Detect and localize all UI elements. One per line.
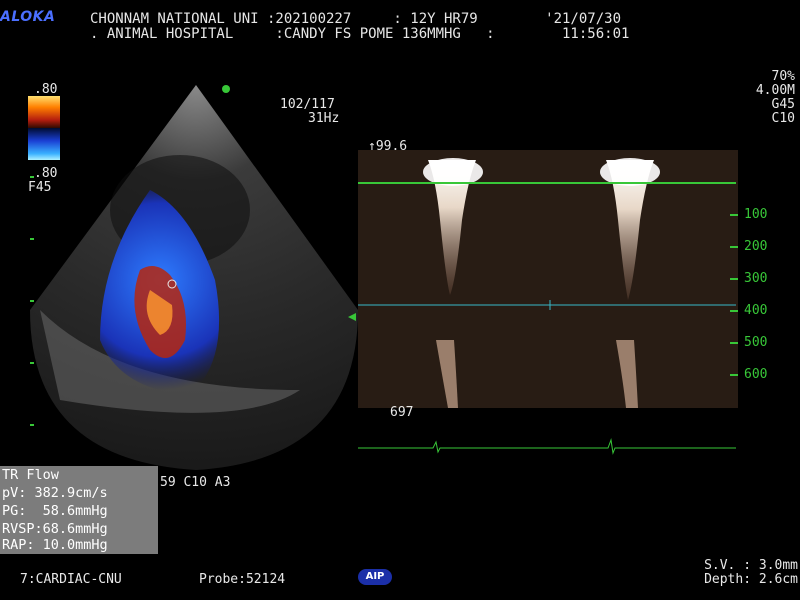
curve-setting: C10 [771, 111, 795, 126]
scale-label-100: 100 [744, 207, 768, 222]
depth-readout: Depth: 2.6cm [704, 572, 798, 587]
scale-label-200: 200 [744, 239, 768, 254]
scale-label-600: 600 [744, 367, 768, 382]
header-bar: ALOKA CHONNAM NATIONAL UNI :202100227 : … [0, 0, 800, 48]
aip-badge[interactable]: AIP [358, 569, 392, 585]
gain-setting: G45 [771, 97, 795, 112]
measurement-pv: pV: 382.9cm/s [2, 485, 108, 501]
depth-ticks [30, 176, 34, 426]
spectral-top-1 [423, 158, 483, 186]
measurement-pg: PG: 58.6mmHg [2, 503, 108, 519]
power-setting: 70% [771, 69, 795, 84]
depth-setting: 4.00M [755, 83, 795, 98]
measurement-rap-row: RAP: 10.0mmHg [0, 536, 158, 554]
probe-params: 59 C10 A3 [160, 475, 231, 490]
probe-label[interactable]: Probe:52124 [199, 572, 285, 587]
aloka-logo: ALOKA [0, 9, 56, 25]
scale-label-400: 400 [744, 303, 768, 318]
header-line-2: . ANIMAL HOSPITAL :CANDY FS POME 136MMHG… [90, 26, 630, 42]
spectrum-noise [358, 150, 738, 408]
ecg-trace [358, 438, 736, 455]
scale-label-300: 300 [744, 271, 768, 286]
spectral-top-2 [600, 158, 660, 186]
header-line-1: CHONNAM NATIONAL UNI :202100227 : 12Y HR… [90, 11, 622, 27]
doppler-bottom-label: 697 [390, 405, 414, 420]
preset-label[interactable]: 7:CARDIAC-CNU [20, 572, 122, 587]
sample-volume: S.V. : 3.0mm [704, 558, 798, 573]
measurement-title: TR Flow [2, 467, 59, 483]
orientation-dot [222, 85, 230, 93]
doppler-spectrum[interactable] [358, 140, 758, 460]
sector-image[interactable] [0, 60, 380, 480]
scale-label-500: 500 [744, 335, 768, 350]
doppler-top-label: ↑99.6 [368, 139, 408, 154]
